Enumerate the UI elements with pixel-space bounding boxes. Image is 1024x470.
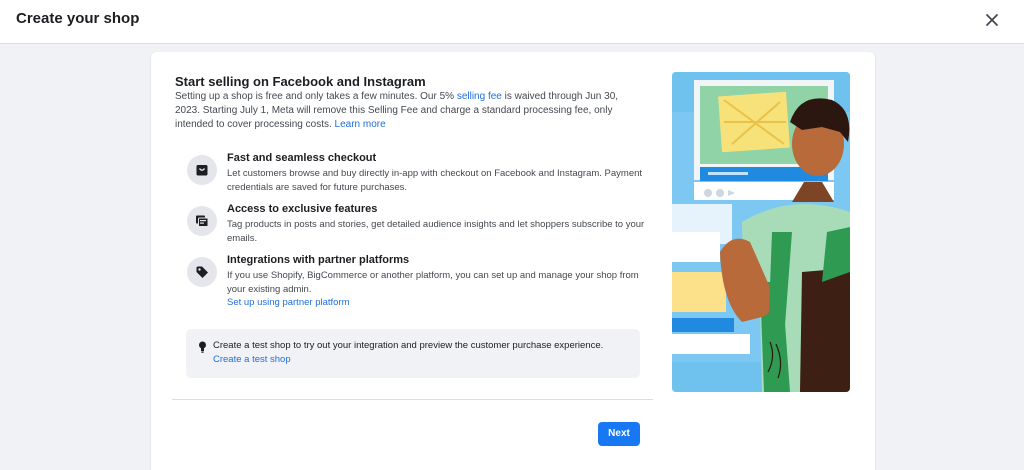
feature-description: Let customers browse and buy directly in… [227, 168, 643, 193]
intro-text: Setting up a shop is free and only takes… [175, 90, 645, 132]
feature-title: Access to exclusive features [227, 203, 378, 215]
create-shop-card: Start selling on Facebook and Instagram … [151, 52, 875, 470]
intro-text-before: Setting up a shop is free and only takes… [175, 91, 457, 102]
shopping-bag-icon [187, 155, 217, 185]
learn-more-link[interactable]: Learn more [335, 119, 386, 130]
feature-title: Fast and seamless checkout [227, 152, 377, 164]
test-shop-text: Create a test shop to try out your integ… [213, 340, 604, 351]
selling-fee-link[interactable]: selling fee [457, 91, 502, 102]
feature-description-text: If you use Shopify, BigCommerce or anoth… [227, 270, 639, 295]
partner-platform-link[interactable]: Set up using partner platform [227, 297, 350, 308]
shop-illustration [672, 72, 850, 392]
create-test-shop-link[interactable]: Create a test shop [213, 354, 291, 365]
cards-icon [187, 206, 217, 236]
intro-heading: Start selling on Facebook and Instagram [175, 74, 426, 89]
close-icon[interactable] [980, 8, 1004, 32]
feature-title: Integrations with partner platforms [227, 254, 410, 266]
lightbulb-icon [199, 341, 206, 353]
next-button[interactable]: Next [598, 422, 640, 446]
header-bar: Create your shop [0, 0, 1024, 44]
test-shop-banner: Create a test shop to try out your integ… [186, 329, 640, 378]
feature-description: Tag products in posts and stories, get d… [227, 219, 645, 244]
feature-description: If you use Shopify, BigCommerce or anoth… [227, 269, 647, 310]
divider [172, 399, 653, 400]
tag-icon [187, 257, 217, 287]
page-title: Create your shop [16, 10, 140, 27]
